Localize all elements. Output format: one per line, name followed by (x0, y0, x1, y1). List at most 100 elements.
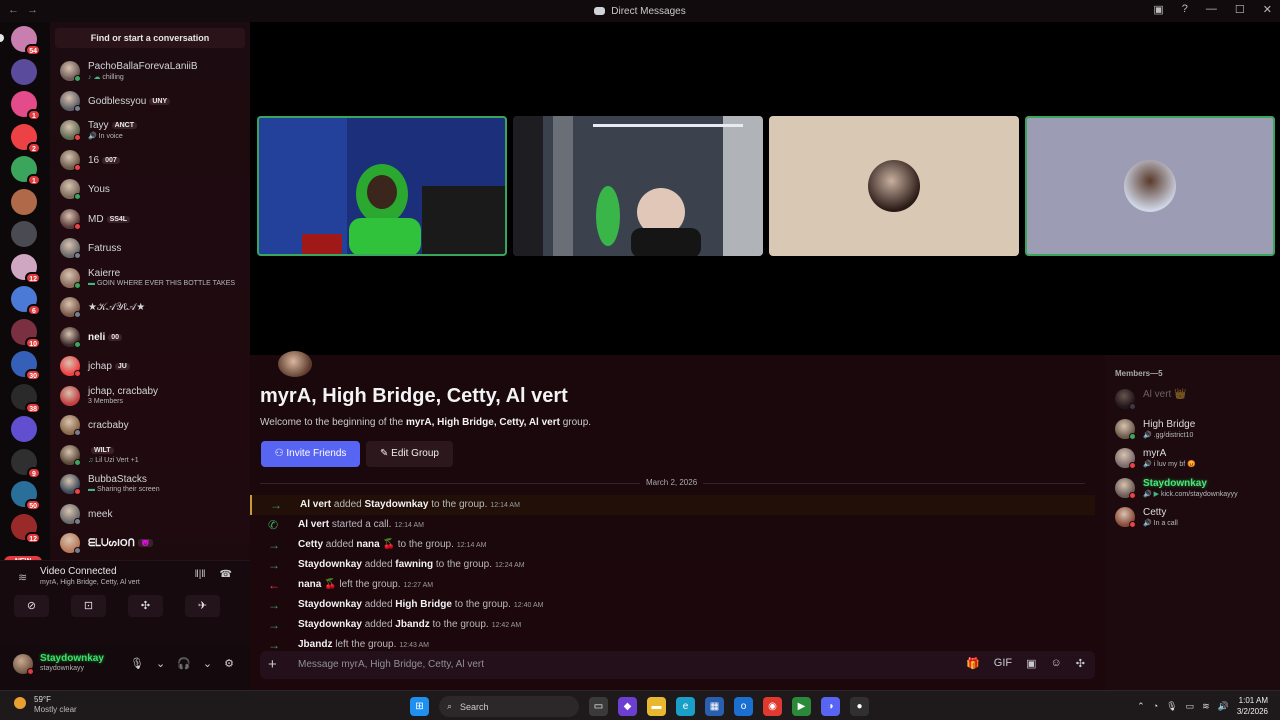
dm-item[interactable]: neli 00 (50, 324, 250, 352)
group-icon[interactable] (278, 351, 312, 377)
message-target[interactable]: Jbandz (395, 619, 429, 630)
disconnect-icon[interactable]: ☎ (220, 569, 232, 580)
discord-icon[interactable]: ◑ (821, 697, 840, 716)
dm-item[interactable]: jchap JU (50, 353, 250, 381)
store-icon[interactable]: ▦ (705, 697, 724, 716)
add-attachment-icon[interactable]: + (268, 656, 277, 673)
activities-icon[interactable]: ✣ (128, 595, 163, 617)
avatar-tile[interactable] (1025, 116, 1275, 256)
camera-off-icon[interactable]: ⊘ (14, 595, 49, 617)
member-item[interactable]: Cetty 🔊 In a call (1105, 503, 1280, 533)
dm-item[interactable]: ᗴᒪᑌᔕIOᑎ 😈 (50, 530, 250, 558)
server-icon[interactable]: 30 (11, 351, 41, 381)
user-display-name[interactable]: Staydownkay (40, 653, 104, 664)
screen-share-icon[interactable]: ⊡ (71, 595, 106, 617)
server-icon[interactable] (11, 58, 37, 85)
microphone-icon[interactable]: 🎙 (1166, 701, 1177, 712)
dm-item[interactable]: WILT ♫ Lil Uzi Vert +1 (50, 442, 250, 470)
invite-friends-button[interactable]: ⚇ Invite Friends (261, 441, 360, 467)
server-icon[interactable]: 50 (11, 481, 41, 511)
gif-icon[interactable]: GIF (994, 657, 1012, 670)
message-target[interactable]: fawning (395, 559, 433, 570)
server-icon[interactable]: 10 (11, 318, 41, 349)
taskbar-search[interactable]: ⌕ Search (439, 696, 579, 717)
tray-app-icon[interactable]: ◔ (1153, 701, 1158, 711)
dm-item[interactable]: Tayy ANCT 🔊 In voice (50, 117, 250, 145)
dm-item[interactable]: meek (50, 501, 250, 529)
member-item[interactable]: Al vert 👑 (1105, 385, 1280, 415)
gift-icon[interactable]: 🎁 (966, 657, 980, 670)
message-target[interactable]: nana 🍒 (356, 539, 395, 550)
server-icon[interactable]: 6 (11, 286, 41, 316)
chevron-down-icon[interactable]: ⌄ (203, 657, 212, 670)
settings-gear-icon[interactable]: ⚙ (224, 657, 234, 670)
server-icon[interactable]: 54 (11, 26, 41, 56)
start-icon[interactable]: ⊞ (410, 697, 429, 716)
member-item[interactable]: Staydownkay 🔊 ▶ kick.com/staydownkayyy (1105, 474, 1280, 504)
dm-item[interactable]: MD SS4L (50, 206, 250, 234)
edge-icon[interactable]: e (676, 697, 695, 716)
server-icon[interactable]: 1 (11, 91, 41, 121)
message-target[interactable]: High Bridge (395, 599, 452, 610)
dm-item[interactable]: PachoBallaForevaLaniiB ♪ ☁ chilling (50, 58, 250, 86)
avatar-tile[interactable] (769, 116, 1019, 256)
message-actor[interactable]: Staydownkay (298, 619, 362, 630)
server-icon[interactable]: 12 (11, 513, 41, 544)
edit-group-button[interactable]: ✎ Edit Group (366, 441, 453, 467)
noise-suppression-icon[interactable]: ‖|‖ (195, 569, 206, 580)
emoji-icon[interactable]: ☺ (1051, 657, 1062, 670)
widgets-icon[interactable]: ◆ (618, 697, 637, 716)
server-icon[interactable]: 12 (11, 253, 41, 284)
chrome-icon[interactable]: ◉ (763, 697, 782, 716)
message-actor[interactable]: Al vert (300, 499, 331, 510)
dm-item[interactable]: Kaierre ▬ GOIN WHERE EVER THIS BOTTLE TAK… (50, 265, 250, 293)
server-icon[interactable] (11, 188, 37, 215)
signal-icon[interactable]: ≋ (18, 571, 27, 584)
chevron-up-icon[interactable]: ⌃ (1137, 701, 1145, 712)
file-explorer-icon[interactable]: ▬ (647, 697, 666, 716)
volume-icon[interactable]: 🔊 (1218, 701, 1229, 712)
dm-item[interactable]: Yous (50, 176, 250, 204)
video-tile[interactable] (513, 116, 763, 256)
server-icon[interactable]: 38 (11, 383, 41, 414)
message-actor[interactable]: Al vert (298, 519, 329, 530)
member-item[interactable]: High Bridge 🔊 .gg/district10 (1105, 415, 1280, 445)
maximize-icon[interactable]: ☐ (1235, 3, 1245, 16)
message-actor[interactable]: Staydownkay (298, 559, 362, 570)
message-actor[interactable]: nana 🍒 (298, 579, 337, 590)
message-actor[interactable]: Staydownkay (298, 599, 362, 610)
dm-item[interactable]: BubbaStacks ▬ Sharing their screen (50, 471, 250, 499)
server-icon[interactable]: 9 (11, 448, 41, 479)
apps-icon[interactable]: ✣ (1076, 657, 1085, 670)
member-item[interactable]: myrA 🔊 i luv my bf 😡 (1105, 444, 1280, 474)
chevron-down-icon[interactable]: ⌄ (156, 657, 165, 670)
dm-item[interactable]: jchap, cracbaby 3 Members (50, 383, 250, 411)
dm-item[interactable]: 16 007 (50, 147, 250, 175)
outlook-icon[interactable]: o (734, 697, 753, 716)
microphone-icon[interactable]: 🎙 (130, 657, 144, 670)
display-icon[interactable]: ▭ (1186, 701, 1195, 712)
help-icon[interactable]: ? (1182, 3, 1188, 16)
dm-item[interactable]: cracbaby (50, 412, 250, 440)
wifi-icon[interactable]: ≋ (1202, 701, 1210, 712)
server-icon[interactable] (11, 221, 37, 247)
dm-item[interactable]: ★𝒦𝒜𝒴ℓ𝒜★ (50, 294, 250, 322)
sticker-icon[interactable]: ▣ (1026, 657, 1036, 670)
headset-icon[interactable]: 🎧 (177, 657, 191, 670)
minimize-icon[interactable]: — (1206, 3, 1217, 16)
message-input[interactable]: Message myrA, High Bridge, Cetty, Al ver… (298, 659, 484, 670)
soundboard-icon[interactable]: ✈ (185, 595, 220, 617)
server-icon[interactable]: 2 (11, 123, 41, 154)
voice-channel-name[interactable]: myrA, High Bridge, Cetty, Al vert (40, 579, 140, 586)
dm-item[interactable]: Godblessyou UNY (50, 88, 250, 116)
game-bar-icon[interactable]: ▶ (792, 697, 811, 716)
find-conversation-button[interactable]: Find or start a conversation (55, 28, 245, 48)
video-tile[interactable] (257, 116, 507, 256)
message-actor[interactable]: Cetty (298, 539, 323, 550)
app-icon[interactable]: ● (850, 697, 869, 716)
task-view-icon[interactable]: ▭ (589, 697, 608, 716)
server-icon[interactable]: 1 (11, 156, 41, 186)
inbox-icon[interactable]: ▣ (1153, 3, 1163, 16)
server-icon[interactable] (11, 416, 37, 442)
message-target[interactable]: Staydownkay (365, 499, 429, 510)
